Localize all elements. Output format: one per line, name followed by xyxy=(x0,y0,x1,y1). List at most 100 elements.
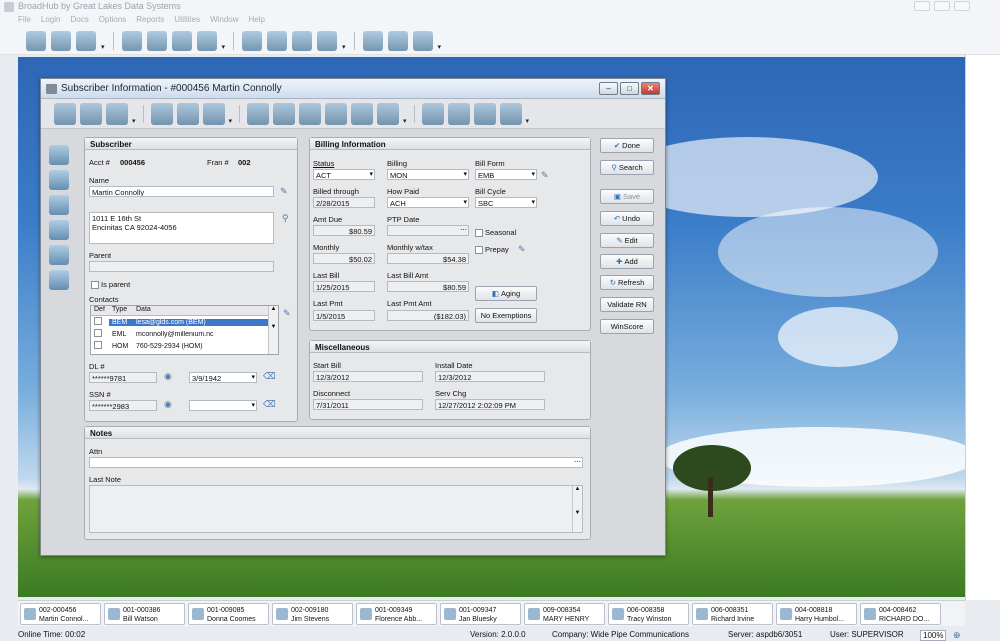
dialog-close-button[interactable]: ✕ xyxy=(641,82,660,95)
dl-field[interactable]: ******9781 xyxy=(89,372,157,383)
card-icon[interactable] xyxy=(273,102,296,125)
document-icon[interactable] xyxy=(176,102,199,125)
last-note-field[interactable]: ▲ ▼ xyxy=(89,485,583,533)
close-button[interactable] xyxy=(954,1,970,11)
undo-button[interactable]: ↶ Undo xyxy=(600,211,654,226)
monthly-tax-field[interactable]: $54.38 xyxy=(387,253,469,264)
refresh-button[interactable]: ↻ Refresh xyxy=(600,275,654,290)
gear-icon[interactable] xyxy=(412,30,433,51)
save-button[interactable]: ▣ Save xyxy=(600,189,654,204)
task-button[interactable]: 006-008358 Tracy Winston xyxy=(608,603,689,625)
home-icon[interactable] xyxy=(54,102,76,125)
task-button[interactable]: 001-009349 Florence Abb... xyxy=(356,603,437,625)
contacts-header-data[interactable]: Data xyxy=(133,306,269,315)
contact-row[interactable]: BEM lesa@glds.com (BEM) xyxy=(91,316,278,328)
card-icon[interactable] xyxy=(196,30,217,51)
mail-icon[interactable] xyxy=(292,30,313,51)
task-button[interactable]: 009-008354 MARY HENRY xyxy=(524,603,605,625)
monitor-icon[interactable] xyxy=(421,102,444,125)
dl-date-field[interactable]: 3/9/1942 ▾ xyxy=(189,372,257,383)
contacts-header-type[interactable]: Type xyxy=(109,306,133,315)
chevron-down-icon[interactable]: ▾ xyxy=(101,43,105,51)
default-checkbox[interactable] xyxy=(94,341,102,349)
how-paid-select[interactable]: ACH ▾ xyxy=(387,197,469,208)
install-date-field[interactable]: 12/3/2012 xyxy=(435,371,545,382)
settings-report-icon[interactable] xyxy=(387,30,408,51)
billed-through-field[interactable]: 2/28/2015 xyxy=(313,197,375,208)
maximize-button[interactable] xyxy=(934,1,950,11)
ssn-dropdown[interactable]: ▾ xyxy=(189,400,257,411)
pencil-icon[interactable]: ✎ xyxy=(518,244,526,255)
last-note-scrollbar[interactable]: ▲ ▼ xyxy=(572,486,582,532)
task-button[interactable]: 001-000386 Bill Watson xyxy=(104,603,185,625)
menu-file[interactable]: File xyxy=(18,15,31,27)
calendar-icon[interactable] xyxy=(171,30,192,51)
contacts-header-def[interactable]: Def xyxy=(91,306,109,315)
chat-icon[interactable] xyxy=(351,102,374,125)
menu-docs[interactable]: Docs xyxy=(70,15,88,27)
menu-options[interactable]: Options xyxy=(99,15,127,27)
mail-icon[interactable] xyxy=(325,102,348,125)
network-icon[interactable] xyxy=(76,30,96,51)
menu-help[interactable]: Help xyxy=(249,15,265,27)
dialog-maximize-button[interactable]: □ xyxy=(620,82,639,95)
ftp-icon[interactable] xyxy=(49,270,69,290)
parent-field[interactable] xyxy=(89,261,274,272)
contacts-scrollbar[interactable]: ▲ ▼ xyxy=(268,306,278,354)
no-exemptions-button[interactable]: No Exemptions xyxy=(475,308,537,323)
amt-due-field[interactable]: $80.59 xyxy=(313,225,375,236)
search-button[interactable]: ⚲ Search xyxy=(600,160,654,175)
chevron-down-icon[interactable]: ▾ xyxy=(526,117,530,125)
network-icon[interactable] xyxy=(49,145,69,165)
menu-window[interactable]: Window xyxy=(210,15,238,27)
edit-button[interactable]: ✎ Edit xyxy=(600,233,654,248)
attn-field[interactable]: ⋯ xyxy=(89,457,583,468)
default-checkbox[interactable] xyxy=(94,329,102,337)
start-bill-field[interactable]: 12/3/2012 xyxy=(313,371,423,382)
eraser-icon[interactable]: ⌫ xyxy=(263,399,276,410)
payment-icon[interactable] xyxy=(267,30,288,51)
add-document-icon[interactable] xyxy=(247,102,270,125)
aging-button[interactable]: ◧ Aging xyxy=(475,286,537,301)
chevron-down-icon[interactable]: ▾ xyxy=(438,43,442,51)
package-icon[interactable] xyxy=(80,102,102,125)
task-button[interactable]: 001-009085 Donna Coomes xyxy=(188,603,269,625)
zoom-select[interactable]: 100% xyxy=(920,630,947,641)
task-button[interactable]: 002-009180 Jim Stevens xyxy=(272,603,353,625)
monitor-icon[interactable] xyxy=(242,30,263,51)
zoom-icon[interactable]: ⊕ xyxy=(953,630,961,641)
calendar-icon[interactable] xyxy=(150,102,173,125)
done-button[interactable]: ✔ Done xyxy=(600,138,654,153)
minimize-button[interactable] xyxy=(914,1,930,11)
report-icon[interactable] xyxy=(146,30,167,51)
bill-cycle-select[interactable]: SBC ▾ xyxy=(475,197,537,208)
prepay-checkbox[interactable] xyxy=(475,246,483,254)
ssn-field[interactable]: *******2983 xyxy=(89,400,157,411)
last-bill-amt-field[interactable]: $80.59 xyxy=(387,281,469,292)
winscore-button[interactable]: WinScore xyxy=(600,319,654,334)
contact-row[interactable]: EML mconnolly@millenium.nc xyxy=(91,328,278,340)
user-icon[interactable] xyxy=(26,30,46,51)
task-button[interactable]: 001-009347 Jan Bluesky xyxy=(440,603,521,625)
eye-icon[interactable]: ◉ xyxy=(164,371,172,382)
menu-reports[interactable]: Reports xyxy=(136,15,164,27)
task-button[interactable]: 004-008818 Harry Humbol... xyxy=(776,603,857,625)
pencil-icon[interactable]: ✎ xyxy=(541,170,549,181)
task-button[interactable]: 002-000456 Martin Connol... xyxy=(20,603,101,625)
task-button[interactable]: 004-008462 RICHARD DO... xyxy=(860,603,941,625)
chevron-down-icon[interactable]: ▾ xyxy=(342,43,346,51)
globe-icon[interactable] xyxy=(49,245,69,265)
add-button[interactable]: ✚ Add xyxy=(600,254,654,269)
window-search-icon[interactable] xyxy=(499,102,522,125)
transfer-icon[interactable] xyxy=(317,30,338,51)
coins-icon[interactable] xyxy=(299,102,322,125)
disconnect-field[interactable]: 7/31/2011 xyxy=(313,399,423,410)
menu-utilities[interactable]: Utilities xyxy=(174,15,200,27)
map-pin-icon[interactable]: ⚲ xyxy=(282,213,289,224)
server-icon[interactable] xyxy=(49,170,69,190)
dialog-minimize-button[interactable]: – xyxy=(599,82,618,95)
name-field[interactable]: Martin Connolly xyxy=(89,186,274,197)
print-icon[interactable] xyxy=(362,30,383,51)
edit-icon[interactable] xyxy=(106,102,128,125)
eye-icon[interactable]: ◉ xyxy=(164,399,172,410)
